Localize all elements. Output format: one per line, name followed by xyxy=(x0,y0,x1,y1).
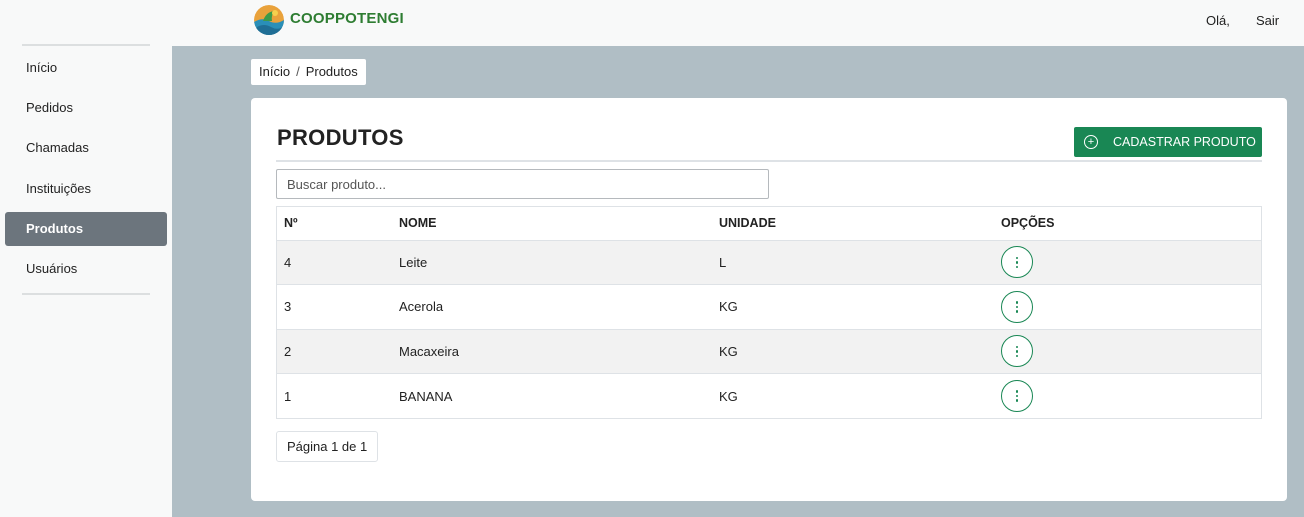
vertical-dots-icon xyxy=(1015,301,1019,313)
breadcrumb-item-inicio[interactable]: Início xyxy=(259,64,290,79)
products-card: PRODUTOS + CADASTRAR PRODUTO Nº NOME UNI… xyxy=(251,98,1287,501)
pagination-info: Página 1 de 1 xyxy=(276,431,379,462)
sidebar-item-inicio[interactable]: Início xyxy=(5,51,167,85)
page-title: PRODUTOS xyxy=(277,125,404,150)
cell-options xyxy=(994,240,1261,285)
row-options-button[interactable] xyxy=(1001,380,1033,412)
top-navbar: COOPPOTENGI Olá, Sair xyxy=(0,0,1304,46)
cell-number: 2 xyxy=(277,329,392,374)
cell-number: 4 xyxy=(277,240,392,285)
breadcrumb-separator: / xyxy=(296,64,300,79)
cell-name: Leite xyxy=(392,240,712,285)
cell-name: Acerola xyxy=(392,284,712,330)
column-header-options: OPÇÕES xyxy=(994,207,1261,241)
brand-name[interactable]: COOPPOTENGI xyxy=(290,10,404,27)
cell-unit: L xyxy=(712,240,994,285)
breadcrumb: Início / Produtos xyxy=(251,59,366,85)
column-header-name: NOME xyxy=(392,207,712,241)
user-greeting: Olá, xyxy=(1206,13,1230,28)
table-row: 4 Leite L xyxy=(277,240,1261,285)
row-options-button[interactable] xyxy=(1001,335,1033,368)
table-header-row: Nº NOME UNIDADE OPÇÕES xyxy=(277,207,1261,241)
cell-unit: KG xyxy=(719,388,738,404)
cell-name: Macaxeira xyxy=(392,329,712,374)
add-product-button[interactable]: + CADASTRAR PRODUTO xyxy=(1074,127,1262,157)
sidebar-item-instituicoes[interactable]: Instituições xyxy=(5,172,167,206)
vertical-dots-icon xyxy=(1015,390,1019,402)
sidebar-item-chamadas[interactable]: Chamadas xyxy=(5,131,167,165)
sidebar-divider xyxy=(22,44,150,46)
sidebar-divider xyxy=(22,293,150,295)
cell-options xyxy=(994,374,1261,419)
brand-logo-icon[interactable] xyxy=(254,5,284,35)
sidebar: Início Pedidos Chamadas Instituições Pro… xyxy=(0,44,172,517)
plus-circle-icon: + xyxy=(1084,135,1098,149)
sidebar-item-produtos[interactable]: Produtos xyxy=(5,212,167,246)
column-header-number: Nº xyxy=(277,207,392,241)
row-options-button[interactable] xyxy=(1001,290,1033,323)
cell-number: 3 xyxy=(277,284,392,330)
row-options-button[interactable] xyxy=(1001,246,1033,279)
breadcrumb-item-produtos: Produtos xyxy=(305,64,358,79)
vertical-dots-icon xyxy=(1015,345,1019,357)
cell-options xyxy=(994,284,1261,330)
search-input[interactable] xyxy=(276,169,769,199)
cell-unit: KG xyxy=(712,284,994,330)
table-row: 1 BANANA KG xyxy=(277,374,1261,419)
cell-number: 1 xyxy=(284,388,292,404)
cell-options xyxy=(994,329,1261,374)
add-product-label: CADASTRAR PRODUTO xyxy=(1113,135,1256,149)
column-header-unit: UNIDADE xyxy=(712,207,994,241)
products-table: Nº NOME UNIDADE OPÇÕES 4 Leite L 3 Acero… xyxy=(276,206,1262,419)
table-row: 3 Acerola KG xyxy=(277,284,1261,330)
title-divider xyxy=(276,160,1262,162)
table-row: 2 Macaxeira KG xyxy=(277,329,1261,374)
cell-unit: KG xyxy=(712,329,994,374)
cell-name: BANANA xyxy=(399,388,453,404)
sidebar-item-usuarios[interactable]: Usuários xyxy=(5,252,167,286)
logout-link[interactable]: Sair xyxy=(1256,13,1279,28)
vertical-dots-icon xyxy=(1015,256,1019,268)
sidebar-item-pedidos[interactable]: Pedidos xyxy=(5,91,167,125)
